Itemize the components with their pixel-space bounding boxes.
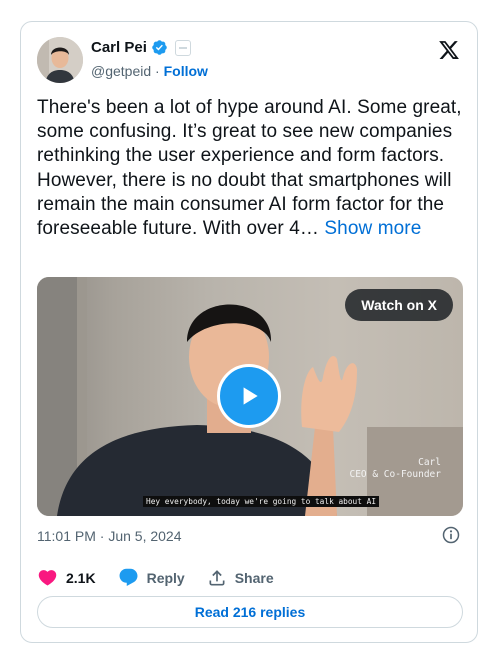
play-button[interactable] [217, 364, 281, 428]
read-replies-button[interactable]: Read 216 replies [37, 596, 463, 628]
follow-link[interactable]: Follow [164, 63, 208, 79]
tweet-text: There's been a lot of hype around AI. So… [37, 96, 467, 241]
play-icon [243, 387, 258, 405]
tweet-card: Carl Pei @getpeid · Follow There's been … [20, 21, 478, 643]
show-more-link[interactable]: Show more [324, 218, 421, 239]
tweet-timestamp[interactable]: 11:01 PM · Jun 5, 2024 [37, 528, 182, 544]
lower-third-name: Carl [418, 457, 441, 468]
author-handle[interactable]: @getpeid [91, 63, 151, 79]
heart-icon [38, 570, 57, 586]
avatar[interactable] [37, 37, 83, 83]
reply-label: Reply [146, 569, 185, 586]
video-player[interactable]: Watch on X Carl CEO & Co-Founder Hey eve… [37, 277, 463, 516]
share-label: Share [234, 569, 274, 586]
like-button[interactable]: 2.1K [37, 567, 96, 588]
info-icon[interactable] [441, 525, 461, 545]
share-upload-icon [209, 569, 225, 585]
author-name[interactable]: Carl Pei [91, 39, 147, 56]
chat-bubble-icon [119, 568, 138, 586]
video-lower-third: Carl CEO & Co-Founder [349, 457, 441, 481]
x-logo-icon[interactable] [438, 39, 460, 61]
separator-dot: · [155, 63, 160, 79]
video-caption: Hey everybody, today we're going to talk… [143, 496, 380, 507]
like-count: 2.1K [66, 569, 96, 586]
affiliate-badge-icon [174, 39, 191, 56]
verified-badge-icon [152, 40, 167, 55]
action-bar: 2.1K Reply Share [37, 567, 296, 588]
reply-button[interactable]: Reply [118, 567, 185, 588]
author-name-row: Carl Pei [91, 39, 191, 56]
share-button[interactable]: Share [207, 568, 274, 588]
lower-third-title: CEO & Co-Founder [349, 469, 441, 480]
watch-on-x-button[interactable]: Watch on X [345, 289, 453, 321]
handle-row: @getpeid · Follow [91, 63, 208, 79]
